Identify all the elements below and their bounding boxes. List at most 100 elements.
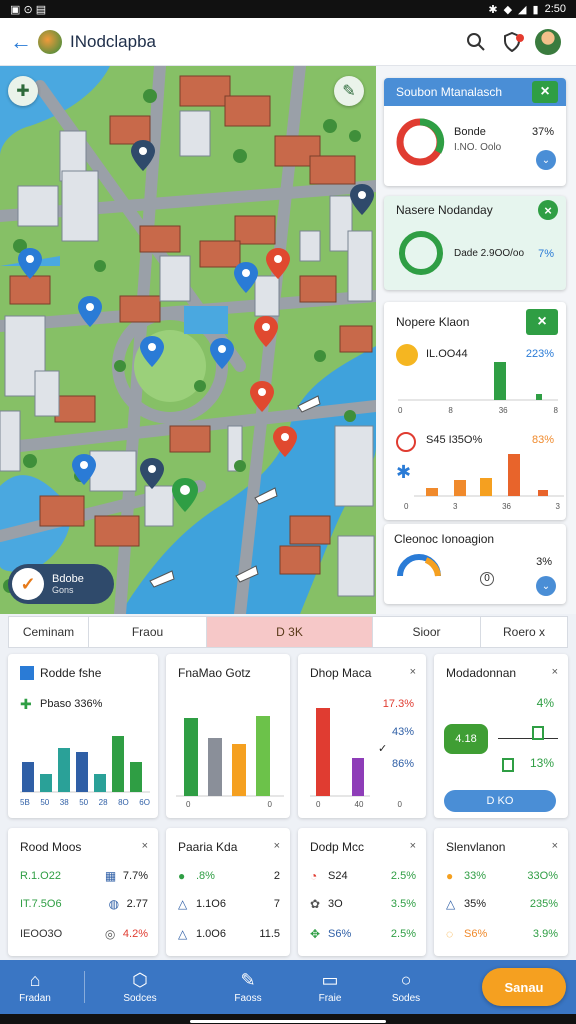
tab-1[interactable]: Ceminam: [9, 617, 89, 647]
panel2-title: FnaMao Gotz: [178, 666, 251, 680]
card-gauge-value: 3%: [536, 556, 552, 568]
panel3-value-3: 86%: [391, 758, 414, 770]
row2-bar-chart: [414, 454, 564, 497]
close-button[interactable]: ×: [526, 309, 558, 335]
close-icon[interactable]: ×: [142, 840, 148, 852]
shield-icon[interactable]: [494, 31, 530, 52]
side-panel: Soubon Mtanalasch × Bonde I.NO. Oolo 37%…: [376, 66, 576, 614]
close-button[interactable]: ×: [532, 81, 558, 103]
metric1-title: Rood Moos: [20, 840, 82, 854]
home-indicator: [0, 1014, 576, 1024]
page-title: INodclapba: [70, 31, 157, 51]
metric4-r2-b: 235%: [529, 898, 558, 910]
metric-card-4: Slenvlanon × ● 33% 33O% △ 35% 235% ◌ S6% 3.9%: [434, 828, 568, 956]
nav-3-label: Faoss: [234, 993, 262, 1004]
close-icon[interactable]: ×: [552, 666, 558, 678]
shield-icon: ⬡: [132, 970, 148, 990]
metric1-r1-b: 7.7%: [122, 870, 148, 882]
square-icon: [20, 666, 34, 680]
row1-ticks: 0 8 36 8: [398, 406, 558, 415]
panel3-ticks: 0 40 0: [316, 800, 402, 809]
chevron-down-icon[interactable]: ⌄: [536, 576, 556, 596]
panel4-value-1: 4%: [536, 696, 554, 710]
nav-5[interactable]: ○ Sodes: [371, 960, 441, 1014]
panel4-title: Modadonnan: [446, 666, 517, 680]
nav-2-label: Sodces: [123, 993, 157, 1004]
metric3-title: Dodp Mcc: [310, 840, 365, 854]
city-map[interactable]: ✚ ✎ ✓ Bdobe Gons: [0, 66, 376, 614]
nav-4[interactable]: ▭ Fraie: [289, 960, 371, 1014]
nav-home-label: Fradan: [19, 993, 51, 1004]
target-icon: ◎: [104, 927, 116, 941]
chevron-down-icon[interactable]: ⌄: [536, 150, 556, 170]
close-icon[interactable]: ×: [274, 840, 280, 852]
globe-icon: ◍: [108, 897, 120, 911]
metric-card-1: Rood Moos × R.1.O22 ▦ 7.7% IT.7.5O6 ◍ 2.77 I…: [8, 828, 158, 956]
close-icon[interactable]: ×: [410, 666, 416, 678]
status-left-icons: ▣ ⊙ ▤: [10, 3, 47, 16]
nav-3[interactable]: ✎ Faoss: [207, 960, 289, 1014]
gauge-sub: 0: [480, 572, 494, 586]
tab-bar: Ceminam Fraou D 3K Sioor Roero x: [8, 616, 568, 648]
nav-2[interactable]: ⬡ Sodces: [99, 960, 181, 1014]
card-summary: Soubon Mtanalasch × Bonde I.NO. Oolo 37%…: [384, 78, 566, 186]
signal-icon: ◢: [518, 3, 527, 16]
panel1-title: Rodde fshe: [40, 666, 102, 680]
notification-dot: [516, 33, 524, 42]
close-icon[interactable]: ×: [410, 840, 416, 852]
card-summary-sub: I.NO. Oolo: [454, 142, 502, 153]
close-icon[interactable]: ×: [552, 840, 558, 852]
metric1-r2-b: 2.77: [126, 898, 148, 910]
panel3-value-1: 17.3%: [382, 698, 414, 710]
card-summary-title: Soubon Mtanalasch: [396, 85, 503, 99]
metric2-title: Paaria Kda: [178, 840, 238, 854]
box-icon: [502, 758, 514, 772]
arrow-left-icon[interactable]: ←: [10, 29, 38, 55]
nav-home[interactable]: ⌂ Fradan: [0, 960, 70, 1014]
avatar: [535, 28, 561, 55]
profile-avatar[interactable]: [530, 28, 566, 55]
gauge-chart: [397, 554, 441, 577]
check-icon: ✓: [12, 568, 44, 600]
metric4-r3-b: 3.9%: [532, 928, 558, 940]
panel1-sub: Pbaso 336%: [40, 698, 103, 710]
panel2-bar-chart: [176, 716, 284, 797]
clock-icon: ◔: [310, 869, 318, 883]
map-add-icon[interactable]: ✚: [8, 76, 38, 106]
chat-icon: ▭: [321, 970, 339, 990]
card-summary-label: Bonde: [454, 126, 486, 138]
panel1-ticks: 5B 50 38 50 28 8O 6O: [20, 798, 150, 807]
map-pin-icon: [18, 140, 374, 512]
metric2-r2-b: 7: [273, 898, 280, 910]
bulb-icon: ◌: [446, 927, 454, 941]
map-badge-sub: Gons: [52, 585, 74, 595]
card-bars: Nopere Klaon × IL.OO44 223% 0 8 36 8 S45 I3…: [384, 302, 566, 520]
tab-5[interactable]: Roero x: [481, 617, 567, 647]
nav-4-label: Fraie: [318, 993, 342, 1004]
pen-icon: ✎: [240, 970, 256, 990]
tab-2[interactable]: Fraou: [89, 617, 207, 647]
app-bar: ← INodclapba: [0, 18, 576, 66]
panel4-action-button[interactable]: D KO: [444, 790, 556, 812]
panel-bars-3: Dhop Maca × 0 40 0 17.3% 43% 86% ✓: [298, 654, 426, 818]
home-icon: ⌂: [29, 970, 41, 990]
metric3-r3-a: S6%: [328, 928, 352, 940]
panel-bars-2: FnaMao Gotz 00: [166, 654, 290, 818]
panel4-chip: 4.18: [444, 724, 488, 754]
tab-4[interactable]: Sioor: [373, 617, 481, 647]
triangle-icon: △: [178, 927, 188, 941]
map-status-badge[interactable]: ✓ Bdobe Gons: [8, 564, 114, 604]
metric4-r1-b: 33O%: [527, 870, 558, 882]
triangle-icon: △: [178, 897, 188, 911]
ring-chart: [399, 231, 443, 275]
battery-icon: ▮: [532, 3, 539, 16]
metric3-r2-a: 3O: [328, 898, 343, 910]
divider: [84, 971, 85, 1003]
close-button[interactable]: ×: [538, 200, 558, 220]
map-edit-icon[interactable]: ✎: [334, 76, 364, 106]
search-icon[interactable]: [458, 32, 494, 52]
tab-3[interactable]: D 3K: [207, 617, 373, 647]
metric3-r2-b: 3.5%: [390, 898, 416, 910]
card-gauge-title: Cleonoc Ionoagion: [394, 532, 495, 546]
primary-action-button[interactable]: Sanau: [482, 968, 566, 1006]
